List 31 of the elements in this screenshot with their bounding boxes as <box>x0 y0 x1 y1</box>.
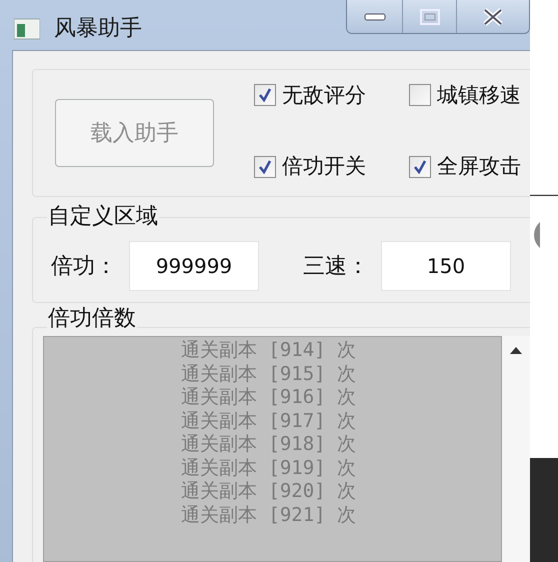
list-item: 通关副本 [919] 次 <box>180 456 358 480</box>
checkbox-box[interactable] <box>254 84 276 106</box>
checkbox-box[interactable] <box>409 156 431 178</box>
field-label: 三速： <box>303 252 370 280</box>
field-label: 倍功： <box>51 252 118 280</box>
list-item: 通关副本 [916] 次 <box>180 386 358 410</box>
checkbox[interactable]: 无敌评分 <box>254 80 409 111</box>
maximize-icon <box>420 8 440 24</box>
close-button[interactable] <box>457 0 529 33</box>
list-item: 通关副本 [920] 次 <box>180 480 358 504</box>
checkbox[interactable]: 倍功开关 <box>254 151 409 182</box>
input-field[interactable]: 999999 <box>129 241 259 291</box>
checkbox[interactable]: 城镇移速 <box>409 80 521 111</box>
checkbox-box[interactable] <box>254 156 276 178</box>
checkmark-icon <box>258 160 272 174</box>
list-item: 通关副本 [915] 次 <box>180 362 358 386</box>
scroll-up-icon[interactable] <box>510 346 522 354</box>
list-item: 通关副本 [917] 次 <box>180 410 358 433</box>
list-item: 通关副本 [918] 次 <box>180 433 358 456</box>
app-icon <box>14 18 40 40</box>
checkmark-icon <box>413 160 427 174</box>
window-title: 风暴助手 <box>54 15 142 43</box>
input-field[interactable]: 150 <box>381 241 511 291</box>
close-icon <box>482 8 504 26</box>
minimize-icon <box>364 12 386 20</box>
list-item: 通关副本 [914] 次 <box>180 339 358 362</box>
checkbox[interactable]: 全屏攻击 <box>409 151 521 182</box>
checkbox-box[interactable] <box>409 84 431 106</box>
list-item: 通关副本 [921] 次 <box>180 504 358 527</box>
minimize-button[interactable] <box>347 0 403 33</box>
checkmark-icon <box>258 88 272 102</box>
